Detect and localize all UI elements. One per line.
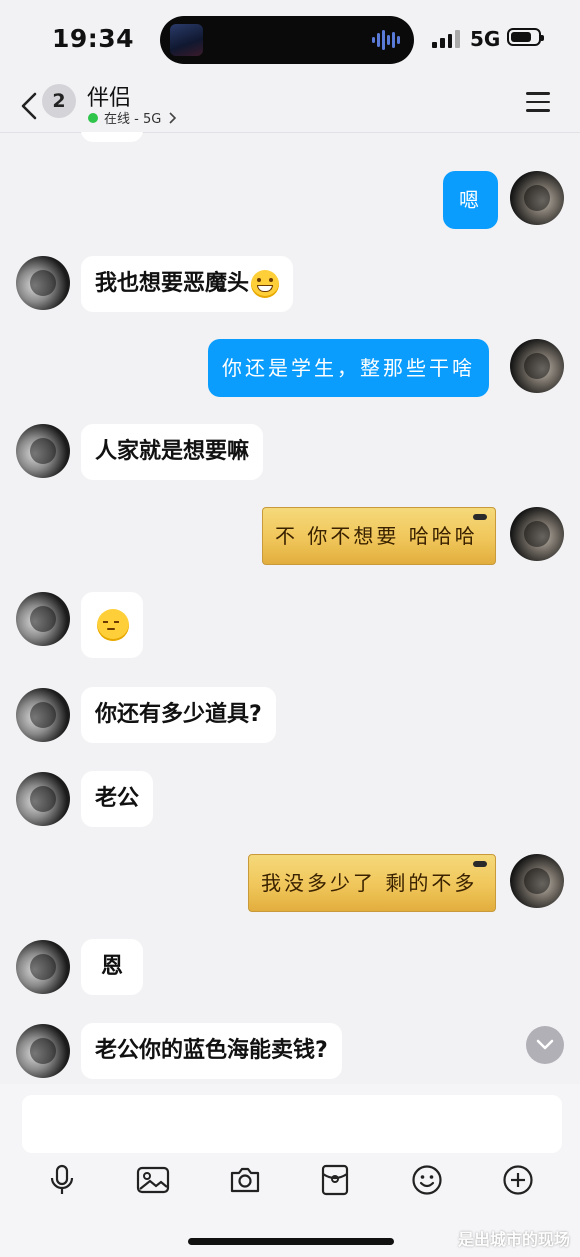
signal-icon: [432, 30, 460, 48]
dynamic-island[interactable]: [160, 16, 414, 64]
audio-wave-icon: [372, 30, 400, 50]
message-text: 我也想要恶魔头: [95, 271, 250, 296]
grinning-face-icon: [251, 270, 280, 298]
message-text: 我没多少了 剩的不多: [261, 871, 478, 895]
message-bubble-incoming[interactable]: 我也想要恶魔头: [81, 256, 294, 312]
avatar-contact[interactable]: [16, 592, 70, 646]
message-list[interactable]: 嗯 我也想要恶魔头 你还是学生，整那些干啥 人家就是想要嘛 不 你不想要 哈哈哈: [0, 132, 580, 1084]
status-bar: 19:34 5G: [0, 0, 580, 80]
camera-icon[interactable]: [225, 1160, 265, 1200]
now-playing-artwork: [170, 24, 203, 56]
menu-icon[interactable]: [526, 92, 550, 112]
pensive-face-icon: [97, 609, 129, 641]
avatar-self[interactable]: [510, 854, 564, 908]
plus-icon[interactable]: [498, 1160, 538, 1200]
home-indicator[interactable]: [188, 1238, 394, 1245]
message-bubble-incoming[interactable]: 老公你的蓝色海能卖钱?: [81, 1023, 342, 1079]
avatar-contact[interactable]: [16, 1024, 70, 1078]
avatar-contact[interactable]: [16, 256, 70, 310]
avatar-contact[interactable]: [16, 772, 70, 826]
message-bubble-incoming[interactable]: 人家就是想要嘛: [81, 424, 264, 480]
avatar-self[interactable]: [510, 171, 564, 225]
avatar-self[interactable]: [510, 339, 564, 393]
message-bubble-gold-outgoing[interactable]: 不 你不想要 哈哈哈: [262, 507, 496, 565]
network-type: 5G: [470, 27, 501, 51]
microphone-icon[interactable]: [42, 1160, 82, 1200]
status-time: 19:34: [52, 24, 135, 53]
presence-status[interactable]: 在线 - 5G: [88, 108, 179, 127]
online-dot: [88, 112, 98, 123]
battery-icon: [507, 28, 544, 46]
message-bubble-incoming[interactable]: 老公: [81, 771, 154, 827]
message-input[interactable]: [22, 1095, 562, 1153]
presence-label: 在线 - 5G: [104, 112, 162, 127]
avatar-contact[interactable]: [16, 688, 70, 742]
avatar-contact[interactable]: [16, 424, 70, 478]
message-bubble-incoming[interactable]: [81, 592, 143, 658]
red-packet-icon[interactable]: [315, 1160, 355, 1200]
message-bubble-gold-outgoing[interactable]: 我没多少了 剩的不多: [248, 854, 496, 912]
bubble-decoration: [473, 514, 487, 520]
message-text: 不 你不想要 哈哈哈: [275, 524, 478, 548]
message-bubble-incoming[interactable]: 你还有多少道具?: [81, 687, 276, 743]
bubble-decoration: [473, 861, 487, 867]
emoji-icon[interactable]: [407, 1160, 447, 1200]
watermark: 是出城市的现场: [458, 1230, 571, 1249]
message-bubble-incoming[interactable]: 恩: [81, 939, 143, 995]
avatar-self[interactable]: [510, 507, 564, 561]
back-chevron-icon[interactable]: [18, 86, 42, 126]
chevron-down-icon: [536, 1039, 554, 1050]
unread-count-badge[interactable]: 2: [42, 84, 76, 118]
message-bubble-outgoing[interactable]: 你还是学生，整那些干啥: [208, 339, 489, 397]
image-icon[interactable]: [133, 1160, 173, 1200]
avatar-contact[interactable]: [16, 940, 70, 994]
message-bubble-partial: [81, 132, 143, 142]
scroll-to-bottom-button[interactable]: [526, 1026, 564, 1064]
message-bubble-outgoing[interactable]: 嗯: [443, 171, 498, 229]
chevron-right-icon: [169, 111, 177, 124]
